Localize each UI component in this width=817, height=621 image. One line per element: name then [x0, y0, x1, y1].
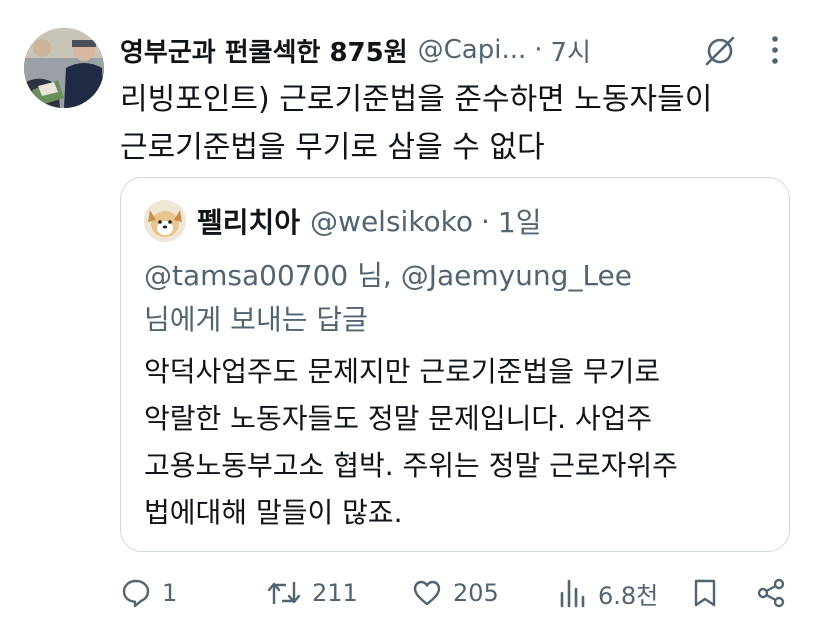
action-bar: 1 211 205 6.8천	[0, 568, 817, 618]
reply-count: 1	[162, 579, 178, 607]
quote-text-line: 악덕사업주도 문제지만 근로기준법을 무기로	[144, 355, 661, 388]
grok-icon[interactable]	[703, 34, 737, 68]
heart-icon	[413, 580, 441, 606]
quote-header: 펠리치아 @welsikoko · 1일	[197, 198, 542, 244]
like-button[interactable]: 205	[411, 568, 499, 618]
tweet-header: 영부군과 펀쿨섹한 875원 @Capi... · 7시	[120, 30, 770, 70]
share-icon	[757, 578, 785, 608]
separator-dot: ·	[534, 35, 543, 65]
tweet-time[interactable]: 7시	[551, 32, 591, 69]
author-avatar[interactable]	[24, 28, 104, 108]
reply-icon	[122, 579, 150, 608]
quote-text: 악덕사업주도 문제지만 근로기준법을 무기로 악랄한 노동자들도 정말 문제입니…	[144, 348, 678, 536]
like-count: 205	[453, 579, 499, 607]
more-icon[interactable]	[762, 32, 788, 68]
author-name[interactable]: 영부군과 펀쿨섹한 875원	[120, 32, 408, 69]
separator-dot: ·	[481, 204, 490, 238]
reply-context-line: 님에게 보내는 답글	[144, 303, 368, 336]
repost-count: 211	[312, 579, 358, 607]
repost-icon	[267, 582, 301, 604]
avatar-image	[24, 28, 104, 108]
quote-text-line: 법에대해 말들이 많죠.	[144, 496, 403, 529]
quote-text-line: 악랄한 노동자들도 정말 문제입니다. 사업주	[144, 402, 653, 435]
quote-text-line: 고용노동부고소 협박. 주위는 정말 근로자위주	[144, 449, 678, 482]
share-button[interactable]	[755, 568, 787, 618]
author-handle[interactable]: @Capi...	[418, 35, 527, 65]
quoted-tweet[interactable]: 펠리치아 @welsikoko · 1일 @tamsa00700 님, @Jae…	[120, 177, 790, 552]
views-button[interactable]: 6.8천	[558, 568, 658, 618]
tweet-text-line: 근로기준법을 무기로 삼을 수 없다	[120, 130, 545, 165]
bookmark-button[interactable]	[690, 568, 720, 618]
tweet-text-line: 리빙포인트) 근로기준법을 준수하면 노동자들이	[120, 82, 713, 117]
reply-context: @tamsa00700 님, @Jaemyung_Lee 님에게 보내는 답글	[144, 254, 632, 342]
quote-author-avatar	[144, 200, 186, 242]
views-icon	[560, 579, 585, 608]
quote-author-name: 펠리치아	[197, 206, 301, 239]
reply-button[interactable]: 1	[120, 568, 177, 618]
bookmark-icon	[694, 579, 716, 607]
avatar-image	[144, 200, 186, 242]
reply-context-line: @tamsa00700 님, @Jaemyung_Lee	[144, 259, 633, 292]
tweet-text: 리빙포인트) 근로기준법을 준수하면 노동자들이 근로기준법을 무기로 삼을 수…	[120, 76, 790, 172]
repost-button[interactable]: 211	[266, 568, 358, 618]
quote-time: 1일	[497, 206, 542, 239]
quote-author-handle: @welsikoko	[310, 204, 474, 238]
views-count: 6.8천	[598, 581, 659, 610]
